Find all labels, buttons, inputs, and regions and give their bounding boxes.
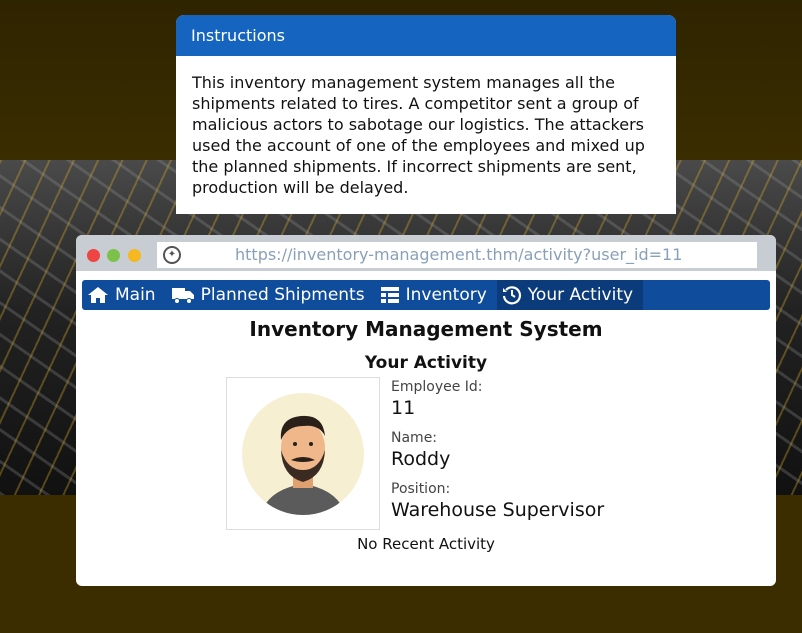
name-label: Name: — [391, 430, 438, 446]
browser-window: ✦ https://inventory-management.thm/activ… — [76, 235, 776, 586]
truck-icon — [171, 286, 195, 304]
position-value: Warehouse Supervisor — [391, 499, 605, 521]
address-bar[interactable]: ✦ https://inventory-management.thm/activ… — [157, 242, 757, 268]
employee-id-label: Employee Id: — [391, 379, 483, 395]
nav-item-label: Main — [115, 285, 156, 305]
instructions-text: This inventory management system manages… — [192, 73, 645, 197]
instructions-title: Instructions — [176, 15, 676, 56]
nav-item-label: Planned Shipments — [200, 285, 365, 305]
nav-item-planned-shipments[interactable]: Planned Shipments — [166, 280, 375, 310]
home-icon — [87, 286, 109, 304]
instructions-panel: Instructions This inventory management s… — [176, 15, 676, 214]
section-title: Your Activity — [364, 353, 488, 373]
page-title: Inventory Management System — [249, 317, 603, 341]
maximize-window-icon[interactable] — [107, 249, 120, 262]
avatar — [226, 377, 380, 530]
minimize-window-icon[interactable] — [128, 249, 141, 262]
nav-item-main[interactable]: Main — [82, 280, 166, 310]
table-icon — [380, 286, 400, 304]
name-value: Roddy — [391, 448, 451, 470]
employee-id-value: 11 — [391, 397, 416, 419]
browser-toolbar: ✦ https://inventory-management.thm/activ… — [76, 235, 776, 271]
history-icon — [502, 285, 522, 305]
main-navbar: Main Planned Shipments Inventory Your Ac… — [82, 280, 770, 310]
employee-details: Employee Id: 11 Name: Roddy Position: Wa… — [391, 379, 691, 532]
nav-item-your-activity[interactable]: Your Activity — [496, 280, 644, 310]
nav-item-label: Inventory — [405, 285, 487, 305]
url-text[interactable]: https://inventory-management.thm/activit… — [235, 245, 682, 264]
position-label: Position: — [391, 481, 451, 497]
nav-item-label: Your Activity — [527, 285, 634, 305]
nav-item-inventory[interactable]: Inventory — [375, 280, 497, 310]
site-info-icon[interactable]: ✦ — [163, 246, 181, 264]
activity-status: No Recent Activity — [357, 535, 495, 553]
close-window-icon[interactable] — [87, 249, 100, 262]
